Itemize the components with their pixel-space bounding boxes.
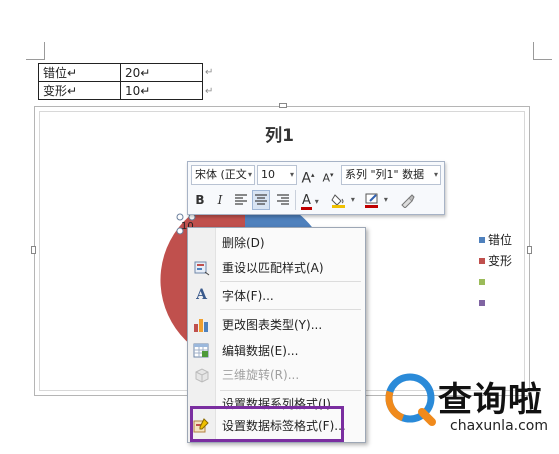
page-corner-mark-right-v [533, 42, 534, 60]
font-name-value: 宋体 (正文 [195, 168, 247, 181]
menu-item-reset-style[interactable]: 重设以匹配样式(A) [188, 256, 365, 280]
chart-legend[interactable]: 错位 变形 [479, 229, 512, 313]
legend-item [479, 271, 512, 292]
legend-label: 变形 [488, 254, 513, 268]
menu-separator [220, 309, 361, 310]
watermark-brand: 查询啦 [438, 380, 543, 420]
legend-item: 错位 [479, 229, 512, 250]
legend-swatch [479, 236, 485, 243]
format-painter-icon [401, 194, 415, 209]
magnifier-logo-icon [385, 373, 436, 426]
table-cell[interactable]: 10↵ [120, 81, 203, 100]
bold-icon: B [195, 193, 205, 207]
legend-swatch [479, 278, 485, 285]
table-cell[interactable]: 错位↵ [38, 63, 121, 82]
chevron-down-icon: ▾ [314, 197, 319, 206]
format-painter-button[interactable] [398, 190, 416, 210]
font-color-icon: A [301, 193, 312, 210]
watermark-url: chaxunla.com [450, 418, 548, 434]
toolbar-separator [295, 190, 296, 210]
shrink-font-button[interactable]: A▾ [319, 165, 337, 185]
table-cell[interactable]: 变形↵ [38, 81, 121, 100]
menu-item-change-chart-type[interactable]: 更改图表类型(Y)... [188, 313, 365, 337]
font-name-select[interactable]: 宋体 (正文 ▾ [191, 165, 255, 185]
menu-separator [220, 390, 361, 391]
fill-color-button[interactable]: ▾ [331, 190, 359, 210]
font-color-button[interactable]: A ▾ [299, 190, 325, 210]
italic-icon: I [217, 193, 223, 207]
resize-handle[interactable] [527, 246, 532, 254]
legend-label: 错位 [488, 233, 513, 247]
menu-item-edit-data[interactable]: 编辑数据(E)... [188, 339, 365, 363]
align-right-button[interactable] [274, 190, 292, 210]
3d-rotate-icon [195, 368, 209, 383]
page-corner-mark-left-v [44, 42, 45, 60]
legend-swatch [479, 299, 485, 306]
chevron-down-icon: ▾ [350, 195, 355, 204]
menu-item-label: 重设以匹配样式(A) [222, 261, 324, 275]
menu-separator [220, 281, 361, 282]
paint-bucket-icon [331, 194, 345, 208]
chart-title[interactable]: 列1 [0, 121, 559, 146]
align-right-icon [277, 194, 289, 205]
pen-outline-icon [365, 193, 378, 208]
series-select[interactable]: 系列 "列1" 数据 ▾ [341, 165, 441, 185]
highlight-box [190, 406, 344, 442]
table-row: 变形↵ 10↵ [38, 81, 203, 100]
menu-item-font[interactable]: A 字体(F)... [188, 284, 365, 308]
shrink-font-icon: A [322, 171, 330, 185]
menu-item-label: 字体(F)... [222, 289, 274, 303]
chevron-down-icon: ▾ [383, 195, 388, 204]
grow-font-button[interactable]: A▴ [299, 165, 317, 187]
mini-toolbar: 宋体 (正文 ▾ 10 ▾ A▴ A▾ 系列 "列1" 数据 ▾ B I A ▾ [187, 161, 445, 215]
legend-item: 变形 [479, 250, 512, 271]
align-left-icon [235, 194, 247, 205]
legend-swatch [479, 257, 485, 264]
grow-font-icon: A [301, 170, 312, 187]
selection-handle[interactable] [176, 213, 184, 221]
reset-style-icon [194, 261, 210, 276]
row-end-mark: ↵ [205, 67, 214, 78]
edit-data-icon [193, 343, 209, 358]
menu-item-delete[interactable]: 删除(D) [188, 231, 365, 255]
align-center-button[interactable] [252, 190, 270, 210]
menu-item-label: 删除(D) [222, 236, 265, 250]
table-row: 错位↵ 20↵ [38, 63, 203, 82]
font-size-select[interactable]: 10 ▾ [257, 165, 297, 185]
data-table: 错位↵ 20↵ 变形↵ 10↵ [38, 63, 203, 100]
legend-item [479, 292, 512, 313]
bold-button[interactable]: B [191, 190, 209, 210]
chart-type-icon [194, 319, 208, 332]
page-corner-mark-left-h [26, 59, 44, 60]
menu-item-label: 编辑数据(E)... [222, 344, 299, 358]
chevron-down-icon: ▾ [433, 170, 438, 179]
align-left-button[interactable] [232, 190, 250, 210]
menu-item-label: 更改图表类型(Y)... [222, 318, 323, 332]
font-icon: A [196, 287, 207, 303]
chevron-down-icon: ▾ [289, 170, 294, 179]
align-center-icon [255, 194, 267, 205]
resize-handle[interactable] [279, 103, 287, 108]
series-select-value: 系列 "列1" 数据 [345, 168, 425, 181]
menu-item-3d-rotation: 三维旋转(R)... [188, 363, 365, 387]
resize-handle[interactable] [31, 246, 36, 254]
table-cell[interactable]: 20↵ [120, 63, 203, 82]
chevron-down-icon: ▾ [247, 170, 252, 179]
outline-color-button[interactable]: ▾ [364, 190, 392, 210]
row-end-mark: ↵ [205, 86, 214, 97]
menu-item-label: 三维旋转(R)... [222, 368, 300, 382]
italic-button[interactable]: I [211, 190, 229, 210]
font-size-value: 10 [261, 168, 275, 181]
watermark: 查询啦 chaxunla.com [380, 366, 559, 454]
page-corner-mark-right-h [534, 59, 552, 60]
